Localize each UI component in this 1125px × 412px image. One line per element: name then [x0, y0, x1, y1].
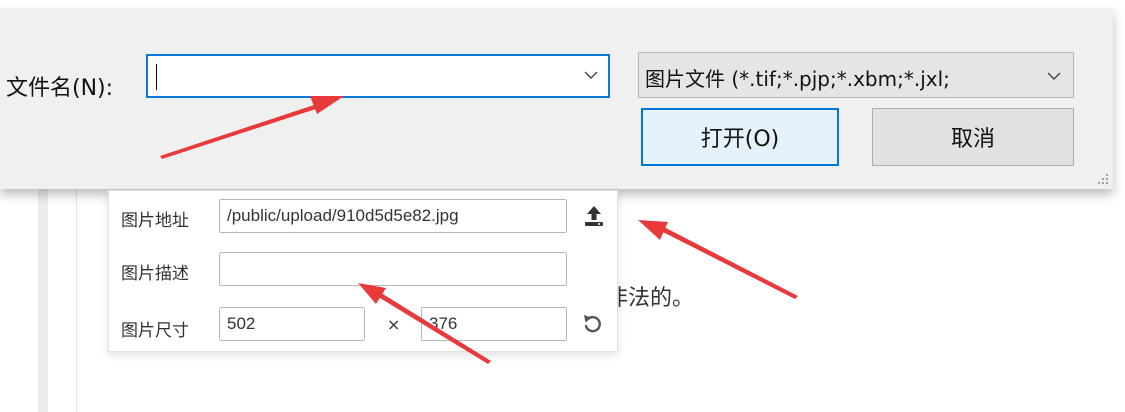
editor-column-line	[76, 180, 77, 412]
reset-icon[interactable]	[581, 312, 603, 334]
filetype-select[interactable]: 图片文件 (*.tif;*.pjp;*.xbm;*.jxl;	[638, 52, 1074, 98]
open-button[interactable]: 打开(O)	[641, 108, 839, 166]
image-address-label: 图片地址	[121, 211, 189, 231]
image-properties-popover: 图片地址 /public/upload/910d5d5e82.jpg 图片描述 …	[108, 190, 618, 352]
upload-icon[interactable]	[583, 204, 605, 228]
image-size-label: 图片尺寸	[121, 321, 189, 341]
filename-combobox[interactable]	[146, 54, 610, 98]
times-sign: ×	[387, 315, 401, 334]
chevron-down-icon[interactable]	[584, 69, 598, 81]
cancel-button[interactable]: 取消	[872, 108, 1074, 166]
image-description-input[interactable]	[219, 252, 567, 286]
image-description-label: 图片描述	[121, 264, 189, 284]
resize-grip-icon[interactable]	[1097, 173, 1109, 185]
chevron-down-icon	[1047, 72, 1061, 80]
filename-input[interactable]	[152, 60, 562, 92]
text-caret	[156, 64, 157, 90]
editor-text-fragment: 非法的。	[606, 286, 695, 311]
image-width-input[interactable]: 502	[219, 307, 365, 341]
image-height-input[interactable]: 376	[421, 307, 567, 341]
file-open-dialog: 文件名(N): 图片文件 (*.tif;*.pjp;*.xbm;*.jxl; 打…	[0, 8, 1113, 189]
filetype-selected: 图片文件 (*.tif;*.pjp;*.xbm;*.jxl;	[645, 67, 950, 91]
editor-left-margin	[38, 180, 48, 412]
image-address-input[interactable]: /public/upload/910d5d5e82.jpg	[219, 199, 567, 233]
filename-label: 文件名(N):	[6, 76, 114, 101]
